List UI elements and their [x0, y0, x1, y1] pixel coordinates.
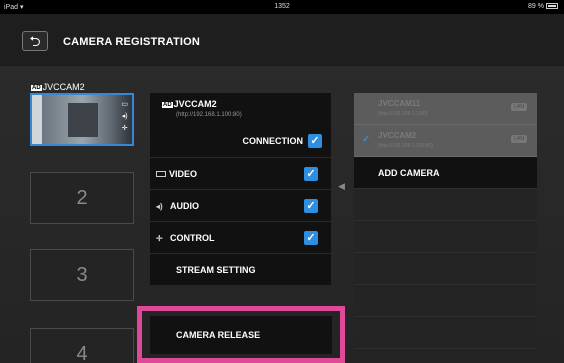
camera-url: (http://192.168.1.100:80) — [176, 112, 242, 118]
empty-list-row — [354, 317, 537, 349]
camera-list-item[interactable]: JVCCAM11 (http://192.168.1.1:80) LAN — [354, 93, 537, 125]
stream-setting-row[interactable]: STREAM SETTING — [150, 253, 331, 285]
control-row[interactable]: ✛ CONTROL ✓ — [150, 221, 331, 253]
camera-list-name: JVCCAM11 — [378, 99, 421, 108]
battery-status: 89 % — [528, 3, 558, 10]
add-camera-button[interactable]: ADD CAMERA — [354, 157, 537, 189]
page-title: CAMERA REGISTRATION — [63, 36, 201, 48]
empty-list-row — [354, 189, 537, 221]
connection-label: CONNECTION — [242, 136, 304, 146]
speaker-icon: ◂) — [156, 202, 163, 211]
camera-settings-panel: AD JVCCAM2 (http://192.168.1.100:80) CONN… — [150, 93, 331, 285]
control-checkbox[interactable]: ✓ — [304, 231, 318, 245]
lan-badge: LAN — [511, 103, 527, 111]
video-icon: ▭ — [121, 101, 128, 108]
empty-list-row — [354, 221, 537, 253]
video-label: VIDEO — [169, 169, 198, 179]
camera-name: AD JVCCAM2 — [162, 99, 217, 109]
clock: 1352 — [274, 3, 290, 10]
transfer-arrow-icon: ◀ — [338, 181, 345, 191]
camera-thumbnail[interactable]: ▭ ◂) ✛ — [30, 93, 134, 146]
ad-badge: AD — [162, 102, 173, 108]
camera-list-item[interactable]: ✓ JVCCAM2 (http://192.168.1.100:80) LAN — [354, 125, 537, 157]
empty-list-row — [354, 285, 537, 317]
camera-list-address: (http://192.168.1.1:80) — [378, 111, 428, 117]
lan-badge: LAN — [511, 135, 527, 143]
camera-list-address: (http://192.168.1.100:80) — [378, 143, 433, 149]
video-row[interactable]: VIDEO ✓ — [150, 157, 331, 189]
camera-slot-4[interactable]: 4 — [30, 328, 134, 363]
checkmark-icon: ✓ — [362, 134, 371, 145]
speaker-icon: ◂) — [121, 113, 128, 120]
add-camera-label: ADD CAMERA — [378, 168, 440, 178]
camera-slots: AD JVCCAM2 ▭ ◂) ✛ 2 3 4 — [27, 66, 137, 363]
camera-slot-2[interactable]: 2 — [30, 172, 134, 224]
audio-checkbox[interactable]: ✓ — [304, 199, 318, 213]
thumbnail-status-icons: ▭ ◂) ✛ — [121, 99, 128, 135]
video-checkbox[interactable]: ✓ — [304, 167, 318, 181]
header: ⮌ CAMERA REGISTRATION — [0, 14, 564, 66]
camera-list-name: JVCCAM2 — [378, 131, 417, 140]
back-arrow-icon: ⮌ — [29, 33, 41, 49]
camera-slot-3[interactable]: 3 — [30, 249, 134, 301]
empty-list-row — [354, 253, 537, 285]
battery-icon — [546, 3, 558, 10]
control-label: CONTROL — [170, 233, 215, 243]
status-bar: iPad ▾ 1352 89 % — [0, 0, 564, 14]
control-icon: ✛ — [156, 234, 163, 243]
audio-label: AUDIO — [170, 201, 199, 211]
stream-setting-label: STREAM SETTING — [176, 265, 256, 275]
active-camera-name: AD JVCCAM2 — [31, 82, 85, 92]
main-content: AD JVCCAM2 ▭ ◂) ✛ 2 3 4 AD JVCCAM2 (http:/… — [0, 66, 564, 363]
camera-list: JVCCAM11 (http://192.168.1.1:80) LAN ✓ J… — [354, 93, 537, 363]
back-button[interactable]: ⮌ — [22, 31, 48, 51]
connection-checkbox[interactable]: ✓ — [308, 134, 322, 148]
highlight-box — [137, 306, 345, 363]
ad-badge: AD — [31, 85, 42, 91]
connection-row[interactable]: CONNECTION ✓ — [150, 125, 331, 157]
video-icon — [156, 171, 166, 177]
audio-row[interactable]: ◂) AUDIO ✓ — [150, 189, 331, 221]
control-icon: ✛ — [121, 125, 128, 132]
